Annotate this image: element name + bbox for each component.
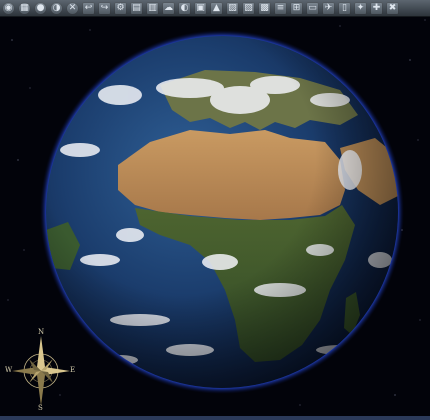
palette-button[interactable]: ◐: [178, 1, 191, 15]
forward-button[interactable]: ↪: [98, 1, 111, 15]
earth-icon: ●: [36, 2, 45, 13]
map-icon: ▧: [244, 2, 253, 13]
globe-view-icon: ◉: [4, 2, 13, 13]
grid-button[interactable]: ▦: [18, 1, 31, 15]
compass-tool-button[interactable]: ✕: [66, 1, 79, 15]
globe-shading: [46, 36, 398, 388]
terrain-icon: ▲: [213, 2, 220, 13]
info-icon: ✚: [372, 2, 381, 13]
compass-west-label: W: [5, 366, 13, 374]
earth-globe[interactable]: [40, 30, 404, 394]
print-button[interactable]: ▤: [130, 1, 143, 15]
earth-globe-view[interactable]: [40, 30, 404, 394]
print-icon: ▤: [132, 2, 141, 13]
compass-south-label: S: [38, 404, 43, 412]
palette-icon: ◐: [180, 2, 189, 13]
stack-button[interactable]: ≡: [274, 1, 287, 15]
moon-icon: ◑: [52, 2, 61, 13]
compass-icon: [12, 336, 70, 406]
settings-icon: ✦: [356, 2, 365, 13]
compass-rose[interactable]: N S E W: [5, 328, 76, 412]
help-button[interactable]: ✖: [386, 1, 399, 15]
moon-button[interactable]: ◑: [50, 1, 63, 15]
image-button[interactable]: ▣: [194, 1, 207, 15]
help-icon: ✖: [388, 2, 397, 13]
photo-button[interactable]: ▩: [258, 1, 271, 15]
plane-button[interactable]: ✈: [322, 1, 335, 15]
globe-view-button[interactable]: ◉: [2, 1, 15, 15]
ruler-button[interactable]: ▭: [306, 1, 319, 15]
terrain-button[interactable]: ▲: [210, 1, 223, 15]
info-button[interactable]: ✚: [370, 1, 383, 15]
compass-tool-icon: ✕: [68, 2, 77, 13]
chart-button[interactable]: ▨: [226, 1, 239, 15]
tools-icon: ⚙: [116, 2, 125, 13]
compass-east-label: E: [70, 366, 76, 374]
earth-button[interactable]: ●: [34, 1, 47, 15]
plane-icon: ✈: [324, 2, 333, 13]
document-icon: ▯: [342, 2, 347, 13]
grid-icon: ▦: [20, 2, 29, 13]
status-strip: [0, 416, 430, 420]
layers-icon: ▥: [148, 2, 157, 13]
toolbar: ◉ ▦ ● ◑ ✕ ↩ ↪ ⚙ ▤ ▥ ☁ ◐ ▣ ▲ ▨ ▧ ▩ ≡ ⊞ ▭ ✈ ▯ ✦ ✚ ✖: [0, 0, 430, 17]
image-icon: ▣: [196, 2, 205, 13]
layers-button[interactable]: ▥: [146, 1, 159, 15]
forward-icon: ↪: [100, 2, 109, 13]
settings-button[interactable]: ✦: [354, 1, 367, 15]
compass-north-label: N: [38, 328, 45, 336]
document-button[interactable]: ▯: [338, 1, 351, 15]
measure-icon: ⊞: [292, 2, 301, 13]
map-button[interactable]: ▧: [242, 1, 255, 15]
stack-icon: ≡: [276, 2, 285, 13]
measure-button[interactable]: ⊞: [290, 1, 303, 15]
back-icon: ↩: [84, 2, 93, 13]
chart-icon: ▨: [228, 2, 237, 13]
tools-button[interactable]: ⚙: [114, 1, 127, 15]
photo-icon: ▩: [260, 2, 269, 13]
ruler-icon: ▭: [308, 2, 317, 13]
weather-button[interactable]: ☁: [162, 1, 175, 15]
weather-icon: ☁: [164, 2, 173, 13]
back-button[interactable]: ↩: [82, 1, 95, 15]
